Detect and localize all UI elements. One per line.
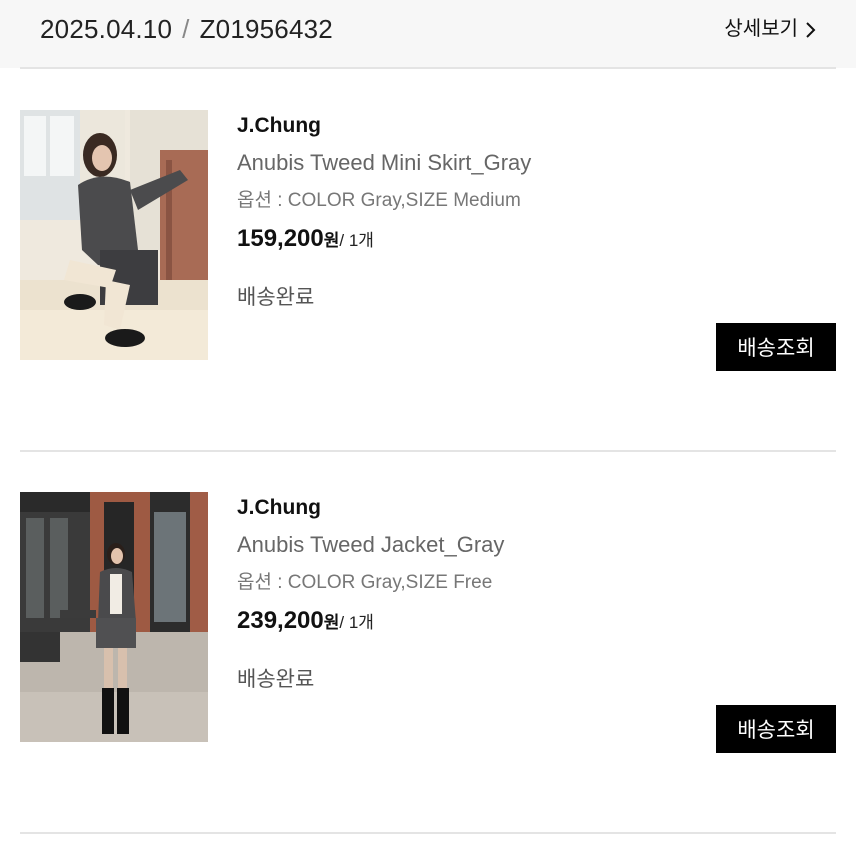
order-date: 2025.04.10 [40,14,173,44]
price-amount: 239,200 [237,607,324,634]
price-amount: 159,200 [237,225,324,252]
track-delivery-button[interactable]: 배송조회 [716,705,836,753]
product-image[interactable] [20,110,208,360]
detail-link[interactable]: 상세보기 [724,14,818,44]
product-name[interactable]: Anubis Tweed Jacket_Gray [237,530,504,560]
delivery-status: 배송완료 [237,286,315,309]
product-brand: J.Chung [237,114,321,137]
product-quantity: / 1개 [339,231,374,250]
track-delivery-button[interactable]: 배송조회 [716,323,836,371]
order-item: J.Chung Anubis Tweed Jacket_Gray 옵션 : CO… [0,492,856,753]
chevron-right-icon [804,19,818,39]
price-currency: 원 [323,231,340,250]
product-price: 159,200원/ 1개 [237,224,374,257]
order-header: 2025.04.10 / Z01956432 상세보기 [0,0,856,68]
product-option: 옵션 : COLOR Gray,SIZE Medium [237,190,521,211]
order-number: Z01956432 [199,14,333,44]
delivery-status: 배송완료 [237,668,315,691]
product-option: 옵션 : COLOR Gray,SIZE Free [237,572,493,593]
product-image[interactable] [20,492,208,742]
divider [20,450,836,452]
order-separator: / [182,14,190,44]
product-price: 239,200원/ 1개 [237,606,374,639]
order-item: J.Chung Anubis Tweed Mini Skirt_Gray 옵션 … [0,110,856,371]
divider [20,832,836,834]
divider [20,67,836,69]
order-info: 2025.04.10 / Z01956432 [40,12,333,46]
detail-link-label: 상세보기 [724,18,798,40]
product-brand: J.Chung [237,496,321,519]
product-quantity: / 1개 [339,613,374,632]
price-currency: 원 [323,613,340,632]
product-name[interactable]: Anubis Tweed Mini Skirt_Gray [237,148,531,178]
